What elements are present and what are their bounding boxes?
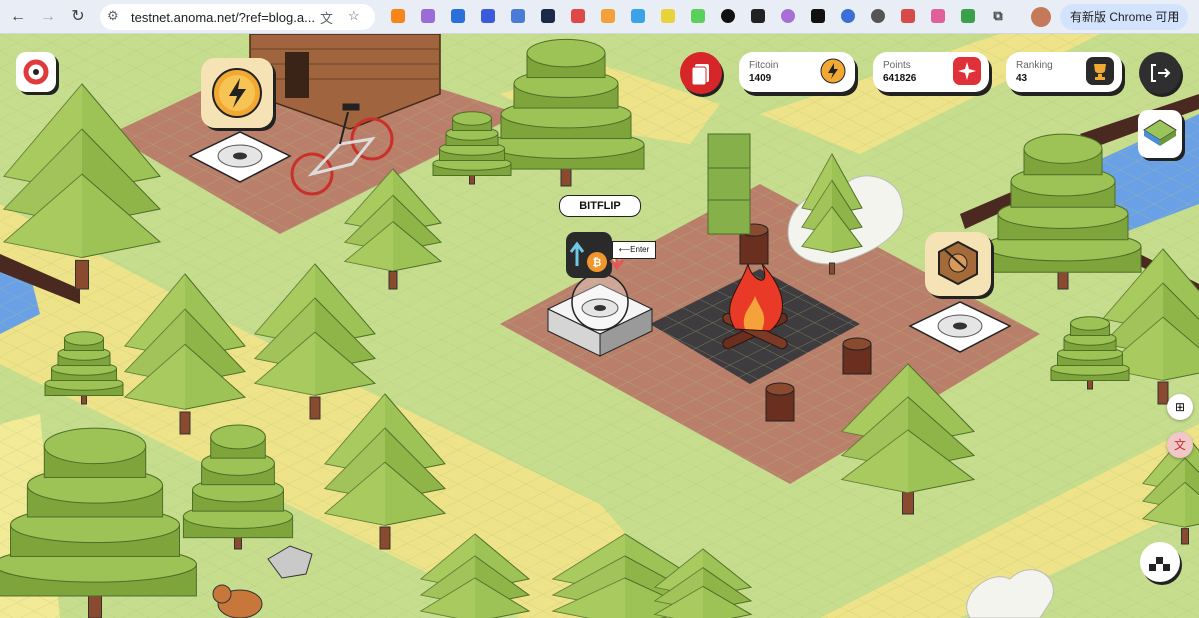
trophy-icon — [1086, 57, 1114, 85]
url-text: testnet.anoma.net/?ref=blog.a... — [131, 10, 315, 25]
extension-icon[interactable] — [811, 9, 825, 23]
extension-icon[interactable] — [451, 9, 465, 23]
reload-icon[interactable]: ↻ — [68, 7, 88, 27]
fitcoin-value: 1409 — [749, 73, 772, 84]
fitcoin-card: Fitcoin 1409 — [739, 52, 855, 92]
extension-icon[interactable] — [871, 9, 885, 23]
chrome-update-button[interactable]: 有新版 Chrome 可用 ⋮ — [1060, 4, 1188, 30]
forward-icon[interactable]: → — [38, 7, 58, 27]
points-value: 641826 — [883, 73, 917, 84]
steps-icon — [1149, 557, 1170, 571]
extension-icon[interactable] — [781, 9, 795, 23]
target-icon — [938, 240, 978, 286]
ranking-card: Ranking 43 — [1006, 52, 1122, 92]
points-label: Points — [883, 60, 911, 71]
extension-icon[interactable] — [841, 9, 855, 23]
extension-icon[interactable] — [961, 9, 975, 23]
cards-icon — [691, 64, 709, 86]
mini-map-icon — [1143, 119, 1177, 146]
logout-button[interactable] — [1139, 52, 1181, 94]
energy-station-icon[interactable] — [201, 58, 273, 128]
enter-hint: ⟵Enter — [612, 241, 656, 259]
bookmark-star-icon[interactable]: ☆ — [348, 8, 360, 24]
profile-avatar[interactable] — [1031, 7, 1051, 27]
extensions-puzzle-icon[interactable]: ⧉ — [991, 9, 1005, 23]
ranking-value: 43 — [1016, 73, 1028, 84]
extension-icon[interactable] — [931, 9, 945, 23]
extension-icon[interactable] — [511, 9, 525, 23]
archery-station-icon[interactable] — [925, 232, 991, 296]
extension-icon[interactable] — [571, 9, 585, 23]
fitcoin-icon — [820, 58, 846, 84]
menu-dots-icon[interactable]: ⋮ — [1168, 4, 1180, 30]
extension-icon[interactable] — [751, 9, 765, 23]
extension-icon[interactable] — [421, 9, 435, 23]
translate-icon[interactable]: 文 — [320, 8, 333, 27]
extension-icon[interactable] — [631, 9, 645, 23]
points-card: Points 641826 — [873, 52, 989, 92]
sparkle-star-icon — [953, 57, 981, 85]
bitflip-label: BITFLIP — [559, 195, 641, 217]
site-info-icon[interactable]: ⚙ — [107, 8, 119, 24]
extension-icon[interactable] — [901, 9, 915, 23]
isometric-map: ₿ — [0, 34, 1199, 618]
game-canvas[interactable]: ₿ Fitcoin 1409 Points 641826 Ranking 43 … — [0, 34, 1199, 618]
extension-icon[interactable] — [601, 9, 615, 23]
extension-icon[interactable] — [661, 9, 675, 23]
qr-icon[interactable]: ⊞ — [1167, 394, 1193, 420]
extension-icon[interactable] — [541, 9, 555, 23]
ranking-label: Ranking — [1016, 60, 1053, 71]
tree-stump — [842, 337, 872, 375]
extension-icon[interactable] — [481, 9, 495, 23]
svg-text:₿: ₿ — [593, 256, 602, 269]
tree-stump — [765, 382, 795, 422]
address-bar[interactable]: ⚙ testnet.anoma.net/?ref=blog.a... 文 ☆ — [100, 4, 375, 30]
steps-button[interactable] — [1140, 542, 1180, 582]
browser-toolbar: ← → ↻ ⚙ testnet.anoma.net/?ref=blog.a...… — [0, 0, 1199, 34]
anoma-logo-button[interactable] — [16, 52, 56, 92]
fitcoin-label: Fitcoin — [749, 60, 779, 71]
metamask-extension-icon[interactable] — [391, 9, 405, 23]
block-pillar — [707, 133, 751, 235]
anoma-logo-icon — [23, 59, 49, 85]
extension-icon[interactable] — [721, 9, 735, 23]
tasks-button[interactable] — [680, 52, 722, 94]
translate-side-icon[interactable]: 文 — [1167, 432, 1193, 458]
back-icon[interactable]: ← — [8, 7, 28, 27]
lightning-coin-icon — [212, 68, 262, 118]
logout-icon — [1151, 64, 1171, 82]
map-button[interactable] — [1138, 110, 1182, 158]
extension-icon[interactable] — [691, 9, 705, 23]
